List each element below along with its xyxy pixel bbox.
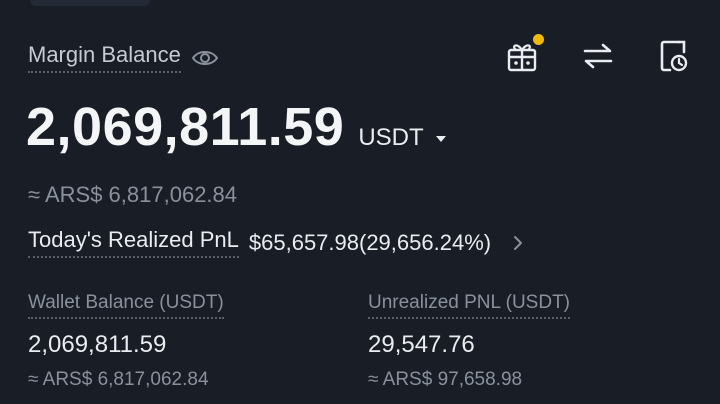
margin-balance-header: Margin Balance	[28, 42, 219, 73]
todays-pnl-label[interactable]: Today's Realized PnL	[28, 227, 239, 258]
wallet-balance-label[interactable]: Wallet Balance (USDT)	[28, 292, 224, 319]
unrealized-pnl-section: Unrealized PNL (USDT) 29,547.76 ≈ ARS$ 9…	[368, 292, 571, 391]
futures-balance-screen: Margin Balance 2,069,811.59 USDT ≈ ARS$ …	[0, 0, 720, 404]
unrealized-pnl-label[interactable]: Unrealized PNL (USDT)	[368, 292, 571, 319]
wallet-balance-fiat: ≈ ARS$ 6,817,062.84	[28, 369, 209, 390]
unrealized-pnl-value: 29,547.76	[368, 331, 475, 358]
margin-balance-label[interactable]: Margin Balance	[28, 42, 181, 73]
currency-selector[interactable]: USDT	[358, 124, 446, 152]
chevron-right-icon[interactable]	[511, 235, 525, 251]
margin-balance-fiat: ≈ ARS$ 6,817,062.84	[28, 182, 238, 207]
currency-label: USDT	[358, 124, 424, 151]
margin-balance-amount-row: 2,069,811.59 USDT	[26, 96, 446, 158]
transfer-icon[interactable]	[580, 38, 616, 74]
unrealized-pnl-fiat: ≈ ARS$ 97,658.98	[368, 369, 523, 390]
wallet-balance-section: Wallet Balance (USDT) 2,069,811.59 ≈ ARS…	[28, 292, 224, 391]
history-icon[interactable]	[656, 38, 692, 74]
caret-down-icon	[435, 136, 446, 142]
gift-icon[interactable]	[504, 34, 544, 74]
todays-pnl-value: $65,657.98(29,656.24%)	[248, 229, 492, 255]
header-actions	[504, 34, 692, 74]
todays-pnl-row[interactable]: Today's Realized PnL $65,657.98(29,656.2…	[28, 227, 525, 258]
top-tab-fragment	[30, 0, 150, 6]
eye-icon[interactable]	[191, 48, 219, 68]
notification-dot	[533, 34, 544, 45]
wallet-balance-value: 2,069,811.59	[28, 331, 167, 358]
margin-balance-amount: 2,069,811.59	[26, 97, 345, 157]
